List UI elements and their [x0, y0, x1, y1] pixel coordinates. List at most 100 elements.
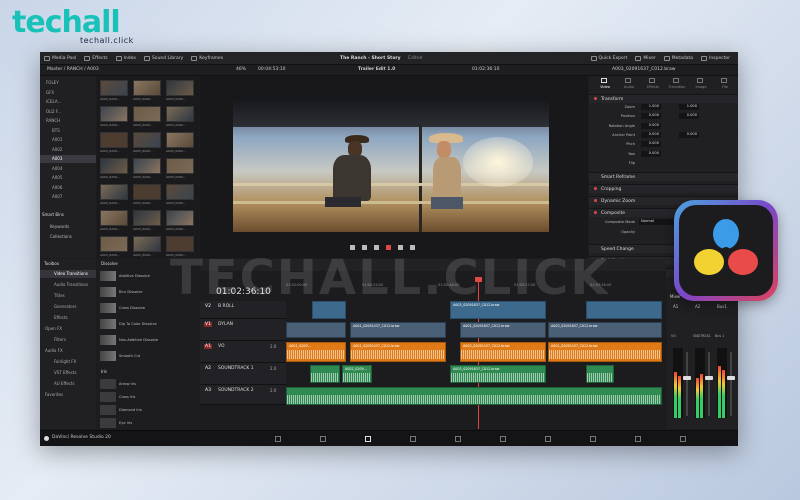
viewer-zoom[interactable]: 46% [236, 67, 246, 72]
media-thumbnail[interactable] [133, 210, 161, 226]
iris-item[interactable]: Arrow Iris [119, 382, 136, 386]
a1-clip[interactable]: A001_02091437_C012.braw [548, 342, 662, 362]
effect-item[interactable]: Non-Additive Dissolve [119, 338, 158, 342]
inspector-tab[interactable]: Image [691, 85, 711, 89]
toolbar-index[interactable]: Index [115, 55, 136, 61]
param-x-input[interactable]: 1.000 [641, 104, 661, 110]
page-tab-icon[interactable] [455, 436, 461, 442]
a1-clip[interactable]: A001_0209... [286, 342, 346, 362]
inspector-section[interactable]: Smart Reframe [589, 172, 738, 181]
media-thumbnail[interactable] [100, 210, 128, 226]
toolbar-keyframes[interactable]: Keyframes [191, 55, 223, 61]
iris-thumbnail[interactable] [100, 418, 116, 428]
media-thumbnail[interactable] [100, 236, 128, 252]
media-thumbnail[interactable] [166, 132, 194, 148]
track-id[interactable]: A3 [204, 388, 212, 393]
timeline-name[interactable]: Trailer Edit 1.0 [358, 67, 395, 72]
bin-item[interactable]: RANCH [40, 117, 96, 125]
effect-item[interactable]: Blur Dissolve [119, 290, 142, 294]
inspector-tab[interactable]: Audio [619, 85, 639, 89]
a2-clip[interactable] [586, 365, 614, 383]
a2-clip[interactable]: A003_02091637_C012.braw [450, 365, 546, 383]
media-thumbnail[interactable] [166, 106, 194, 122]
param-x-input[interactable]: 0.000 [641, 141, 661, 148]
media-thumbnail[interactable] [133, 236, 161, 252]
bin-item[interactable]: ICELA... [40, 98, 96, 106]
page-tab-icon[interactable] [320, 436, 326, 442]
bin-item[interactable]: FOLEY [40, 79, 96, 87]
page-tab-icon[interactable] [590, 436, 596, 442]
effect-item[interactable]: Smooth Cut [119, 354, 140, 358]
section-enable-dot[interactable] [594, 187, 597, 190]
smart-bin-collections[interactable]: Collections [50, 234, 72, 239]
a1-clip[interactable]: A003_02091437_C012.braw [460, 342, 546, 362]
media-thumbnail[interactable] [100, 132, 128, 148]
inspector-tab[interactable]: Video [595, 85, 615, 89]
effect-thumbnail[interactable] [100, 303, 116, 313]
effects-category[interactable]: VST Effects [40, 369, 96, 377]
fader-knob[interactable] [727, 376, 735, 380]
composite-mode-select[interactable]: Normal [639, 219, 679, 225]
section-enable-dot[interactable] [594, 199, 597, 202]
effect-thumbnail[interactable] [100, 319, 116, 329]
effects-category[interactable]: Generators [40, 303, 96, 311]
effects-category[interactable]: AU Effects [40, 380, 96, 388]
param-y-input[interactable]: 1.000 [679, 104, 699, 110]
effect-item[interactable]: Dip To Color Dissolve [119, 322, 157, 326]
param-x-input[interactable]: 0.000 [641, 113, 661, 120]
bin-item[interactable]: A005 [40, 174, 96, 182]
bin-item[interactable]: A007 [40, 193, 96, 201]
bin-item[interactable]: A004 [40, 165, 96, 173]
effects-category[interactable]: Open FX [40, 325, 96, 333]
v1-clip[interactable]: A001_02091437_C012.braw [350, 322, 446, 338]
effects-category[interactable]: Audio FX [40, 347, 96, 355]
toolbar-quick-export[interactable]: Quick Export [590, 55, 627, 61]
toolbar-metadata[interactable]: Metadata [663, 55, 693, 61]
v1-clip[interactable]: A001_02091637_C012.braw [460, 322, 546, 338]
page-tab-icon[interactable] [680, 436, 686, 442]
iris-thumbnail[interactable] [100, 379, 116, 389]
section-enable-dot[interactable] [594, 97, 597, 100]
viewer-frame[interactable] [233, 97, 549, 232]
bin-item[interactable]: A001 [40, 136, 96, 144]
media-thumbnail[interactable] [133, 80, 161, 96]
param-x-input[interactable]: 0.000 [641, 122, 661, 129]
effects-category[interactable]: Filters [40, 336, 96, 344]
track-id[interactable]: V1 [204, 322, 212, 327]
toolbar-media-pool[interactable]: Media Pool [44, 55, 76, 61]
inspector-tab[interactable]: Effects [643, 85, 663, 89]
track-id[interactable]: A1 [204, 344, 212, 349]
toolbar-mixer[interactable]: Mixer [635, 55, 656, 61]
media-thumbnail[interactable] [166, 184, 194, 200]
effects-category[interactable]: Fairlight FX [40, 358, 96, 366]
a2-clip[interactable] [310, 365, 340, 383]
toolbar-sound-library[interactable]: Sound Library [143, 55, 183, 61]
media-thumbnail[interactable] [100, 184, 128, 200]
iris-item[interactable]: Cross Iris [119, 395, 135, 399]
iris-thumbnail[interactable] [100, 392, 116, 402]
fader-knob[interactable] [683, 376, 691, 380]
bin-item[interactable]: A003 [40, 155, 96, 163]
iris-item[interactable]: Diamond Iris [119, 408, 142, 412]
bin-item[interactable]: OLD F... [40, 108, 96, 116]
media-thumbnail[interactable] [100, 80, 128, 96]
effects-category[interactable]: Favorites [40, 391, 96, 399]
a2-clip[interactable]: A002_0209... [342, 365, 372, 383]
media-thumbnail[interactable] [133, 158, 161, 174]
toolbar-effects[interactable]: Effects [84, 55, 108, 61]
toolbar-inspector[interactable]: Inspector [701, 55, 730, 61]
effect-thumbnail[interactable] [100, 287, 116, 297]
effect-thumbnail[interactable] [100, 351, 116, 361]
bin-item[interactable]: BTS [40, 127, 96, 135]
page-tab-icon[interactable] [275, 436, 281, 442]
media-thumbnail[interactable] [166, 210, 194, 226]
v1-clip[interactable]: A003_02091637_C012.braw [548, 322, 662, 338]
bin-item[interactable]: GFX [40, 89, 96, 97]
bin-item[interactable]: A002 [40, 146, 96, 154]
bin-item[interactable]: A006 [40, 184, 96, 192]
inspector-tab[interactable]: File [715, 85, 735, 89]
smart-bin-keywords[interactable]: Keywords [50, 224, 69, 229]
effects-category[interactable]: Audio Transitions [40, 281, 96, 289]
media-thumbnail[interactable] [133, 106, 161, 122]
iris-thumbnail[interactable] [100, 405, 116, 415]
